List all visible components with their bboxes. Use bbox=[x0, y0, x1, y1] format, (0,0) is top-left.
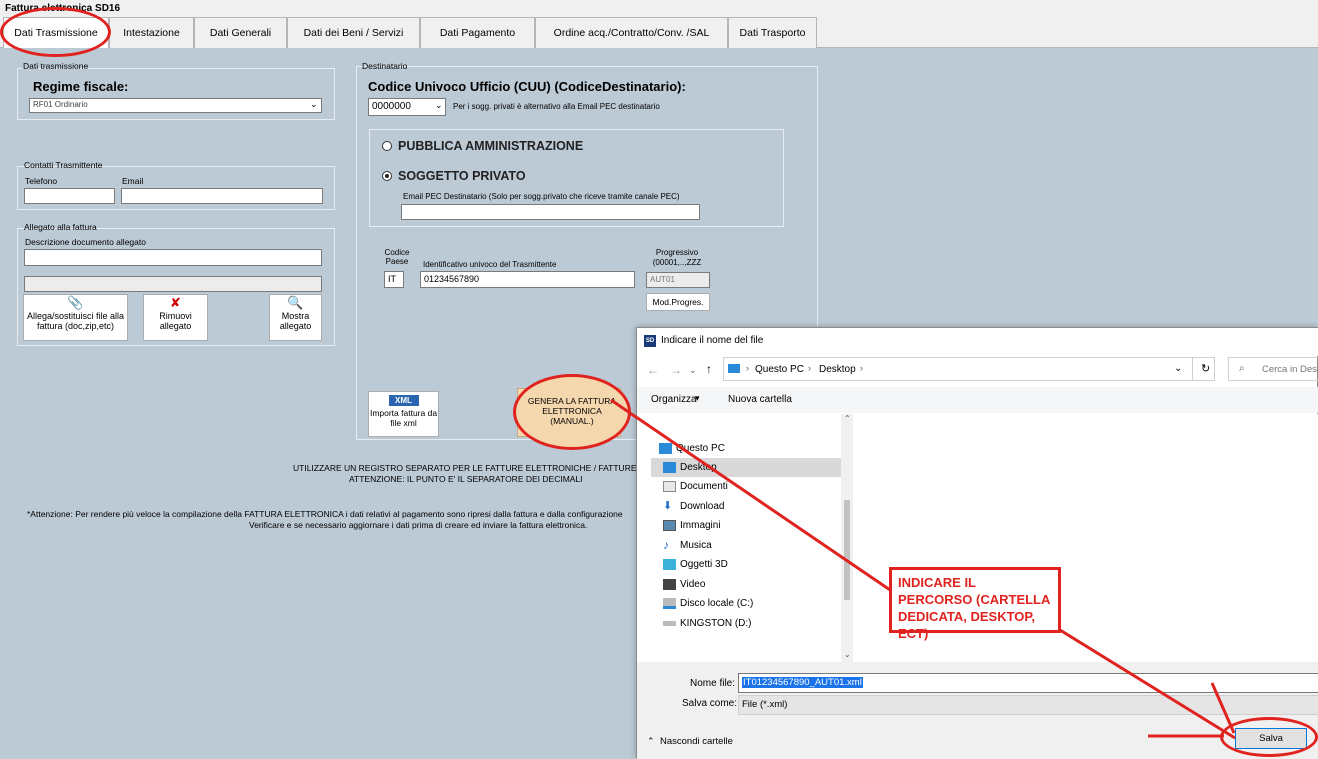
arrow-line-salva bbox=[1059, 628, 1236, 740]
annotation-arrows bbox=[610, 398, 1236, 740]
annotation-box: INDICARE IL PERCORSO (CARTELLA DEDICATA,… bbox=[889, 567, 1061, 641]
arrow-line-genera bbox=[610, 398, 894, 594]
